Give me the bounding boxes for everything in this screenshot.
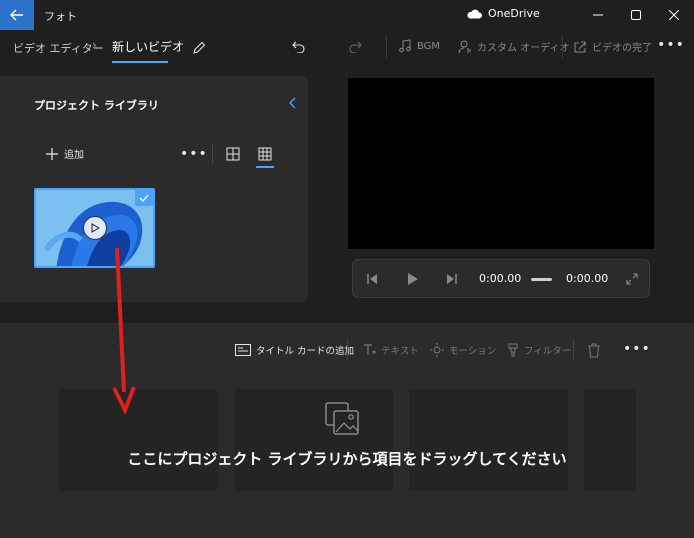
library-more-icon[interactable]: ••• xyxy=(180,146,208,162)
view-selected-underline xyxy=(256,166,274,168)
custom-audio-label: カスタム オーディオ xyxy=(477,43,570,54)
music-note-icon xyxy=(399,39,411,53)
next-frame-icon[interactable] xyxy=(443,270,461,288)
add-media-label: 追加 xyxy=(64,150,84,161)
breadcrumb-project-name: 新しいビデオ xyxy=(112,40,185,54)
small-grid-view-icon[interactable] xyxy=(257,146,273,162)
playback-controls: 0:00.00 0:00.00 xyxy=(352,259,650,298)
filter-label: フィルター xyxy=(524,346,572,357)
redo-icon xyxy=(349,41,362,53)
text-button: テキスト xyxy=(362,343,419,357)
custom-audio-button[interactable]: カスタム オーディオ xyxy=(458,39,569,54)
pencil-icon xyxy=(192,41,205,54)
bgm-button[interactable]: BGM xyxy=(398,39,440,53)
toolbar-more-icon[interactable]: ••• xyxy=(657,34,684,56)
motion-icon xyxy=(430,343,444,357)
storyboard-more-icon[interactable]: ••• xyxy=(623,341,651,357)
seek-slider[interactable] xyxy=(531,278,552,281)
undo-button[interactable] xyxy=(288,36,310,58)
play-overlay-icon xyxy=(83,216,107,240)
selected-checkmark-icon xyxy=(135,190,153,206)
close-icon xyxy=(669,10,679,20)
back-arrow-icon xyxy=(10,9,23,21)
breadcrumb-underline xyxy=(112,61,168,63)
storyboard-slot[interactable] xyxy=(58,389,218,491)
back-button[interactable] xyxy=(0,0,34,30)
filter-button: フィルター xyxy=(507,343,571,357)
rename-button[interactable] xyxy=(188,36,210,58)
storyboard-panel: タイトル カードの追加 テキスト モーション フィルター ••• ここにプロジェ… xyxy=(0,323,694,538)
minimize-button[interactable] xyxy=(578,0,618,30)
title-bar: フォト OneDrive xyxy=(0,0,694,30)
previous-frame-icon[interactable] xyxy=(363,270,381,288)
project-library-title: プロジェクト ライブラリ xyxy=(34,99,159,112)
editor-toolbar: ビデオ エディター › 新しいビデオ BGM カスタム オーディオ ビデオの完了… xyxy=(0,30,694,64)
onedrive-label: OneDrive xyxy=(488,7,540,20)
bgm-label: BGM xyxy=(417,40,441,52)
maximize-icon xyxy=(631,10,641,20)
toolbar-divider xyxy=(386,36,387,58)
total-duration: 0:00.00 xyxy=(566,272,609,285)
project-library-panel: プロジェクト ライブラリ 追加 ••• xyxy=(0,76,308,302)
text-label: テキスト xyxy=(381,346,419,357)
current-time: 0:00.00 xyxy=(479,272,522,285)
media-gallery-icon xyxy=(325,402,359,435)
trash-icon xyxy=(588,343,600,358)
add-title-card-label: タイトル カードの追加 xyxy=(256,346,355,357)
add-media-button[interactable]: 追加 xyxy=(46,146,84,161)
motion-label: モーション xyxy=(449,346,497,357)
redo-button xyxy=(344,36,366,58)
undo-icon xyxy=(292,41,305,53)
storyboard-slot[interactable] xyxy=(584,389,636,491)
plus-icon xyxy=(46,147,58,160)
collapse-chevron-icon[interactable] xyxy=(286,96,300,110)
fullscreen-icon[interactable] xyxy=(623,270,641,288)
app-title: フォト xyxy=(44,10,77,23)
storyboard-divider xyxy=(347,339,348,361)
storyboard-slot[interactable] xyxy=(409,389,568,491)
export-icon xyxy=(574,41,586,52)
large-grid-view-icon[interactable] xyxy=(225,146,241,162)
video-preview xyxy=(348,78,654,249)
maximize-button[interactable] xyxy=(616,0,656,30)
library-divider xyxy=(212,144,213,164)
play-icon[interactable] xyxy=(403,270,421,288)
close-button[interactable] xyxy=(654,0,694,30)
video-thumbnail[interactable] xyxy=(34,188,155,268)
breadcrumb-chevron-icon: › xyxy=(92,38,97,52)
text-icon xyxy=(364,344,376,355)
add-title-card-button[interactable]: タイトル カードの追加 xyxy=(235,343,354,357)
person-audio-icon xyxy=(458,40,471,53)
storyboard-divider xyxy=(573,339,574,361)
finish-video-button[interactable]: ビデオの完了 xyxy=(573,39,652,54)
toolbar-divider xyxy=(562,36,563,58)
finish-video-label: ビデオの完了 xyxy=(592,43,652,54)
drop-instruction: ここにプロジェクト ライブラリから項目をドラッグしてください xyxy=(127,450,567,468)
cloud-icon xyxy=(467,9,482,18)
motion-button: モーション xyxy=(430,343,496,357)
onedrive-status[interactable]: OneDrive xyxy=(466,7,540,20)
minimize-icon xyxy=(593,14,603,16)
breadcrumb-video-editor[interactable]: ビデオ エディター xyxy=(13,40,104,56)
storyboard-slot[interactable] xyxy=(234,389,393,491)
title-card-icon xyxy=(235,344,251,356)
filter-icon xyxy=(508,343,518,357)
